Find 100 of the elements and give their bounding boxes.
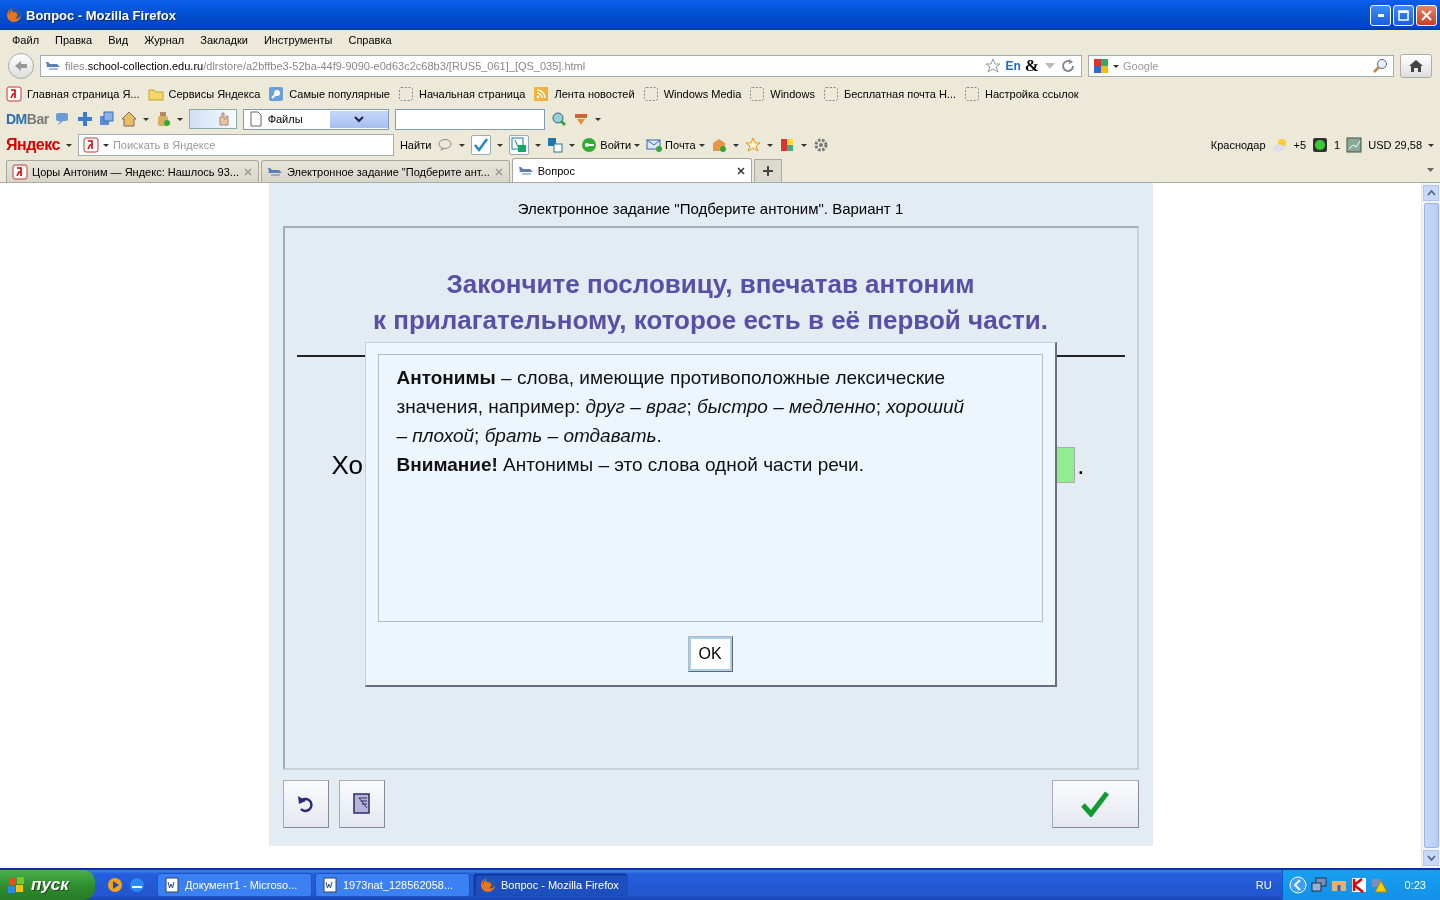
find-button[interactable]: Найти (399, 139, 432, 151)
menu-item[interactable]: Закладки (192, 34, 256, 46)
caret-icon[interactable] (142, 117, 149, 121)
star-icon[interactable] (985, 58, 1002, 74)
start-button[interactable]: пуск (0, 870, 95, 900)
menu-item[interactable]: Вид (100, 34, 137, 46)
caret-icon[interactable] (1113, 64, 1119, 68)
caret-icon[interactable] (497, 143, 504, 147)
bookmark-link[interactable]: Бесплатная почта Н... (843, 88, 956, 100)
windows-icon[interactable] (98, 111, 115, 127)
menu-item[interactable]: Инструменты (255, 34, 341, 46)
page-icon[interactable] (398, 86, 414, 102)
traffic-label[interactable]: 1 (1334, 139, 1341, 151)
taskbar-button[interactable]: 1973nat_128562058... (315, 873, 470, 897)
search-icon[interactable] (550, 111, 567, 127)
translate-icon[interactable] (511, 137, 528, 153)
firefox-icon[interactable] (480, 877, 496, 893)
ok-button[interactable]: OK (687, 636, 733, 672)
caret-icon[interactable] (1428, 143, 1434, 147)
tab-list-icon[interactable] (1427, 168, 1434, 172)
gear-icon[interactable] (812, 137, 829, 153)
shield-icon[interactable] (1350, 877, 1367, 893)
traffic-icon[interactable] (1312, 137, 1329, 153)
caret-icon[interactable] (698, 143, 705, 147)
caret-icon[interactable] (176, 117, 183, 121)
browser-tab[interactable]: Цоры Антоним — Яндекс: Нашлось 93... (6, 160, 259, 182)
browser-tab[interactable]: Электронное задание "Подберите ант... (261, 160, 510, 182)
translate-icon[interactable] (547, 137, 564, 153)
caret-icon[interactable] (594, 117, 601, 121)
currency-label[interactable]: USD 29,58 (1368, 139, 1422, 151)
google-icon[interactable] (1093, 58, 1109, 74)
caret-icon[interactable] (766, 143, 773, 147)
address-field[interactable]: files.school-collection.edu.ru/dlrstore/a2bffbe3-52ba-44f9-9090-e0d63c2c68b3/[RUS5_061]_[QS_035].html En & (40, 55, 1082, 77)
plus-icon[interactable] (76, 111, 93, 127)
mail-button[interactable]: Почта (646, 137, 705, 153)
browser-tab[interactable]: Вопрос (511, 158, 752, 182)
document-icon[interactable] (322, 877, 338, 893)
close-icon[interactable] (735, 165, 746, 176)
bookmark-link[interactable]: Начальная страница (419, 88, 526, 100)
temperature-label[interactable]: +5 (1293, 139, 1307, 151)
page-icon[interactable] (749, 86, 766, 102)
chat-icon[interactable] (54, 111, 71, 127)
submit-button[interactable] (1051, 780, 1139, 828)
menu-item[interactable]: Правка (47, 34, 101, 46)
language-indicator[interactable]: RU (1255, 879, 1272, 891)
new-tab-button[interactable] (753, 159, 782, 182)
page-icon[interactable] (822, 86, 839, 102)
scrollbar[interactable] (1421, 183, 1440, 868)
city-label[interactable]: Краснодар (1210, 139, 1266, 151)
caret-icon[interactable] (732, 143, 739, 147)
page-icon[interactable] (642, 86, 659, 102)
hand-button[interactable] (188, 109, 237, 129)
login-button[interactable]: Войти (581, 137, 641, 153)
minimize-button[interactable] (1370, 4, 1391, 26)
yandex-icon[interactable] (82, 137, 99, 153)
chevron-left-icon[interactable] (1288, 876, 1307, 894)
reload-icon[interactable] (1061, 58, 1077, 74)
search-icon[interactable] (1373, 58, 1389, 74)
bookmark-link[interactable]: Самые популярные (289, 88, 390, 100)
bookmark-link[interactable]: Windows (770, 88, 815, 100)
firefox-icon[interactable] (6, 7, 22, 23)
document-icon[interactable] (164, 877, 180, 893)
spellcheck-icon[interactable] (473, 137, 490, 153)
document-button[interactable] (338, 780, 385, 828)
close-button[interactable] (1416, 4, 1437, 26)
star-icon[interactable] (744, 137, 761, 153)
menu-item[interactable]: Журнал (136, 34, 193, 46)
caret-icon[interactable] (102, 143, 109, 147)
bookmark-link[interactable]: Лента новостей (554, 88, 635, 100)
bookmark-link[interactable]: Windows Media (663, 88, 742, 100)
box-icon[interactable] (710, 137, 727, 153)
ampersand-button[interactable]: & (1024, 56, 1039, 76)
magnifier-icon[interactable] (268, 86, 285, 102)
files-dropdown[interactable]: Файлы (242, 108, 389, 130)
back-button[interactable] (8, 53, 34, 79)
undo-button[interactable] (282, 780, 329, 828)
home-button[interactable] (1400, 54, 1432, 78)
search-field[interactable] (394, 108, 545, 130)
cube-icon[interactable] (778, 137, 795, 153)
bookmark-link[interactable]: Сервисы Яндекса (168, 88, 261, 100)
caret-icon[interactable] (634, 143, 641, 147)
chat-icon[interactable] (437, 137, 454, 153)
house-icon[interactable] (120, 111, 137, 127)
network-icon[interactable] (1310, 877, 1327, 893)
bookmark-link[interactable]: Настройка ссылок (985, 88, 1079, 100)
warning-icon[interactable] (1370, 877, 1387, 893)
maximize-button[interactable] (1393, 4, 1414, 26)
language-badge[interactable]: En (1005, 59, 1021, 73)
yandex-icon[interactable] (6, 86, 22, 102)
taskbar-button[interactable]: Документ1 - Microso... (157, 873, 312, 897)
chart-icon[interactable] (1346, 137, 1363, 153)
menu-item[interactable]: Справка (340, 34, 400, 46)
caret-icon[interactable] (569, 143, 576, 147)
media-player-icon[interactable] (107, 877, 123, 893)
caret-icon[interactable] (459, 143, 466, 147)
page-icon[interactable] (964, 86, 980, 102)
menu-item[interactable]: Файл (4, 34, 48, 46)
caret-icon[interactable] (800, 143, 807, 147)
download-icon[interactable] (572, 111, 589, 127)
caret-icon[interactable] (535, 143, 542, 147)
